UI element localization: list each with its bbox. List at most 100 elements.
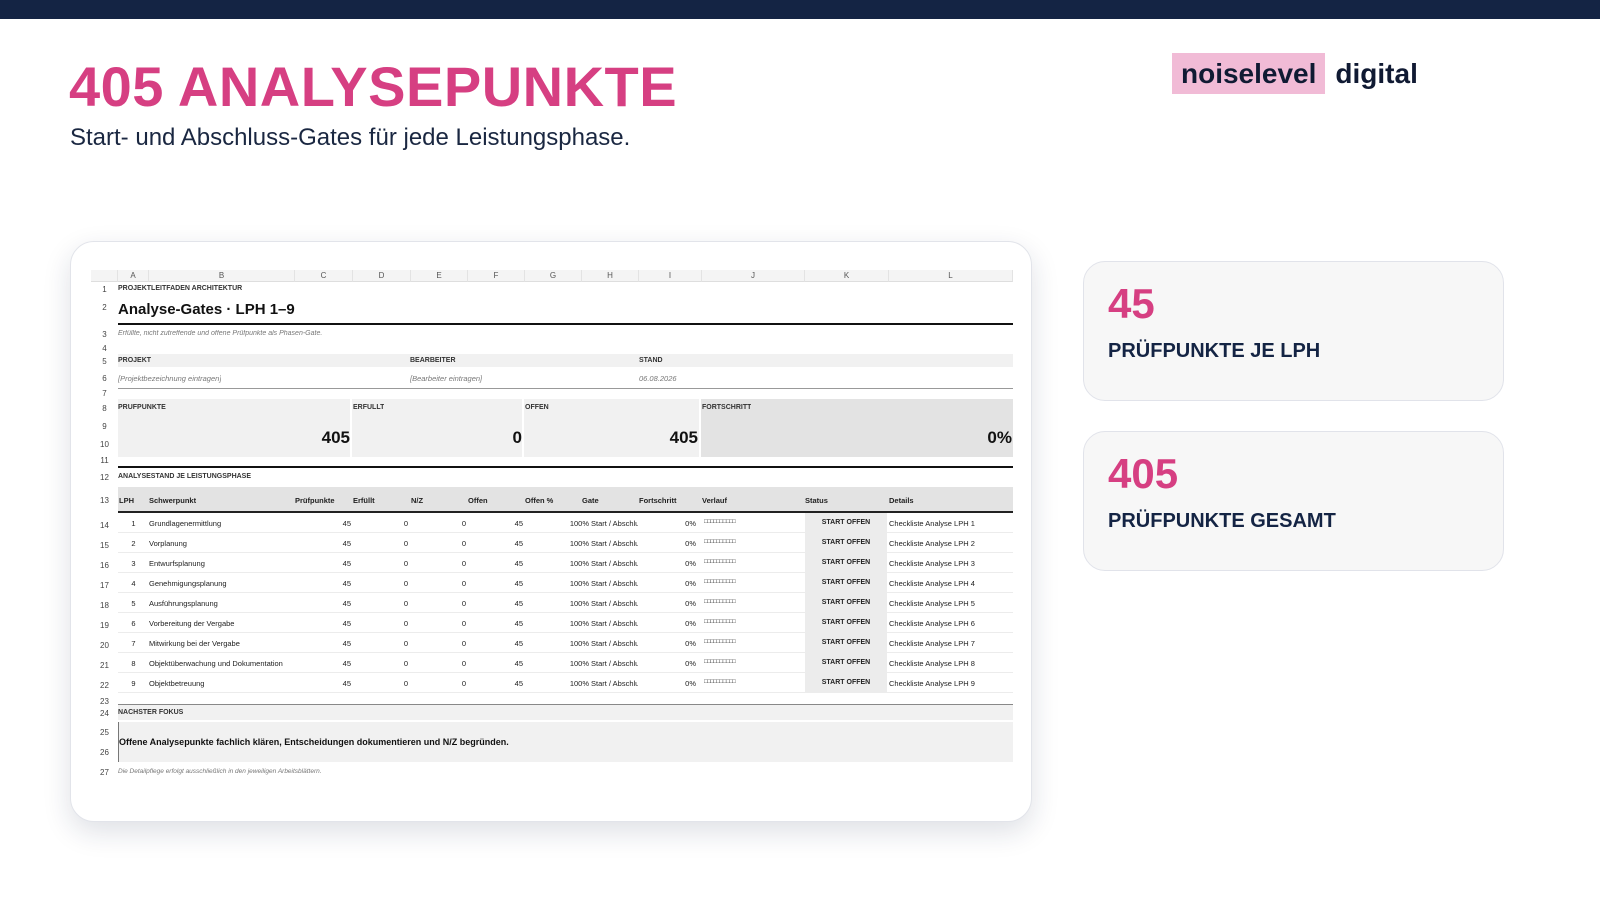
table-cell-details[interactable]: Checkliste Analyse LPH 3: [889, 559, 1013, 568]
row-number[interactable]: 19: [91, 621, 118, 630]
table-cell-nz: 0: [461, 579, 466, 588]
column-header[interactable]: I: [639, 270, 702, 282]
table-cell-pruefpunkte: 45: [342, 639, 351, 648]
table-cell-schwerpunkt: Vorbereitung der Vergabe: [149, 619, 235, 628]
table-cell-nz: 0: [461, 659, 466, 668]
table-cell-erfuellt: 0: [403, 679, 408, 688]
th-offen-pct: Offen %: [525, 496, 554, 505]
row-number[interactable]: 1: [91, 285, 118, 294]
row-number[interactable]: 17: [91, 581, 118, 590]
sheet-footnote: Die Detailpflege erfolgt ausschließlich …: [118, 768, 322, 775]
table-cell-details[interactable]: Checkliste Analyse LPH 4: [889, 579, 1013, 588]
table-cell-verlauf: □□□□□□□□□□: [704, 559, 736, 565]
table-cell-verlauf: □□□□□□□□□□: [704, 579, 736, 585]
row-number[interactable]: 26: [91, 748, 118, 757]
row-number[interactable]: 13: [91, 496, 118, 505]
row-number[interactable]: 23: [91, 697, 118, 706]
column-header[interactable]: L: [889, 270, 1013, 282]
row-number[interactable]: 9: [91, 422, 118, 431]
focus-label-row: [118, 705, 1013, 720]
row-number[interactable]: 6: [91, 374, 118, 383]
focus-text[interactable]: Offene Analysepunkte fachlich klären, En…: [119, 737, 509, 747]
table-cell-fortschritt: 0%: [685, 579, 696, 588]
table-cell-details[interactable]: Checkliste Analyse LPH 5: [889, 599, 1013, 608]
table-cell-offen: 45: [514, 659, 523, 668]
table-cell-lph: 3: [131, 559, 136, 568]
stat-label: PRÜFPUNKTE JE LPH: [1108, 340, 1321, 362]
table-cell-details[interactable]: Checkliste Analyse LPH 8: [889, 659, 1013, 668]
table-cell-offen: 45: [514, 519, 523, 528]
table-cell-schwerpunkt: Grundlagenermittlung: [149, 519, 222, 528]
th-details: Details: [889, 496, 914, 505]
table-cell-nz: 0: [461, 679, 466, 688]
table-cell-gate: Start / Abschluss: [591, 679, 638, 688]
table-cell-offen-pct: 100%: [569, 639, 589, 648]
stat-card-per-lph: 45 PRÜFPUNKTE JE LPH: [1083, 261, 1504, 401]
column-header[interactable]: A: [118, 270, 149, 282]
row-number[interactable]: 15: [91, 541, 118, 550]
table-cell-offen-pct: 100%: [569, 659, 589, 668]
status-badge: START OFFEN: [805, 513, 887, 533]
column-header[interactable]: H: [582, 270, 639, 282]
table-cell-gate: Start / Abschluss: [591, 639, 638, 648]
table-cell-lph: 9: [131, 679, 136, 688]
focus-label: NÄCHSTER FOKUS: [118, 709, 184, 716]
table-cell-verlauf: □□□□□□□□□□: [704, 599, 736, 605]
table-cell-pruefpunkte: 45: [342, 619, 351, 628]
table-cell-erfuellt: 0: [403, 639, 408, 648]
status-badge: START OFFEN: [805, 673, 887, 693]
row-number[interactable]: 22: [91, 681, 118, 690]
table-cell-nz: 0: [461, 599, 466, 608]
row-number[interactable]: 10: [91, 440, 118, 449]
table-cell-details[interactable]: Checkliste Analyse LPH 7: [889, 639, 1013, 648]
kpi-pruefpunkte-value: 405: [321, 428, 350, 447]
row-number[interactable]: 7: [91, 389, 118, 398]
status-badge: START OFFEN: [805, 613, 887, 633]
table-cell-fortschritt: 0%: [685, 679, 696, 688]
column-header[interactable]: K: [805, 270, 889, 282]
project-value[interactable]: [Projektbezeichnung eintragen]: [118, 374, 221, 383]
row-number[interactable]: 27: [91, 768, 118, 777]
th-offen: Offen: [468, 496, 488, 505]
table-cell-erfuellt: 0: [403, 559, 408, 568]
row-number[interactable]: 16: [91, 561, 118, 570]
table-cell-schwerpunkt: Entwurfsplanung: [149, 559, 205, 568]
row-number[interactable]: 12: [91, 473, 118, 482]
table-cell-details[interactable]: Checkliste Analyse LPH 2: [889, 539, 1013, 548]
row-number[interactable]: 3: [91, 330, 118, 339]
table-cell-verlauf: □□□□□□□□□□: [704, 639, 736, 645]
table-cell-details[interactable]: Checkliste Analyse LPH 6: [889, 619, 1013, 628]
table-cell-details[interactable]: Checkliste Analyse LPH 9: [889, 679, 1013, 688]
row-number[interactable]: 4: [91, 344, 118, 353]
column-header[interactable]: G: [525, 270, 582, 282]
row-number[interactable]: 25: [91, 728, 118, 737]
column-header[interactable]: J: [702, 270, 805, 282]
row-number[interactable]: 14: [91, 521, 118, 530]
table-cell-details[interactable]: Checkliste Analyse LPH 1: [889, 519, 1013, 528]
row-number[interactable]: 5: [91, 357, 118, 366]
row-number[interactable]: 18: [91, 601, 118, 610]
table-cell-lph: 6: [131, 619, 136, 628]
column-header[interactable]: F: [468, 270, 525, 282]
table-cell-erfuellt: 0: [403, 599, 408, 608]
editor-label: BEARBEITER: [410, 357, 456, 364]
row-number[interactable]: 2: [91, 303, 118, 312]
row-number[interactable]: 21: [91, 661, 118, 670]
column-header[interactable]: E: [411, 270, 468, 282]
column-header[interactable]: C: [295, 270, 353, 282]
table-cell-gate: Start / Abschluss: [591, 659, 638, 668]
date-value[interactable]: 06.08.2026: [639, 374, 677, 383]
column-header[interactable]: D: [353, 270, 411, 282]
row-number[interactable]: 11: [91, 456, 118, 465]
table-cell-nz: 0: [461, 519, 466, 528]
row-number[interactable]: 24: [91, 709, 118, 718]
row-number[interactable]: 20: [91, 641, 118, 650]
table-cell-fortschritt: 0%: [685, 659, 696, 668]
row-number[interactable]: 8: [91, 404, 118, 413]
column-header[interactable]: B: [149, 270, 295, 282]
sheet-note: Erfüllte, nicht zutreffende und offene P…: [118, 330, 323, 337]
spreadsheet-preview-card: ABCDEFGHIJKL 1 2 3 4 5 6 7 8 9 10 11 12 13 14 15 16 17 18…: [70, 241, 1032, 822]
table-cell-erfuellt: 0: [403, 619, 408, 628]
stat-value: 405: [1108, 450, 1179, 497]
editor-value[interactable]: [Bearbeiter eintragen]: [410, 374, 482, 383]
